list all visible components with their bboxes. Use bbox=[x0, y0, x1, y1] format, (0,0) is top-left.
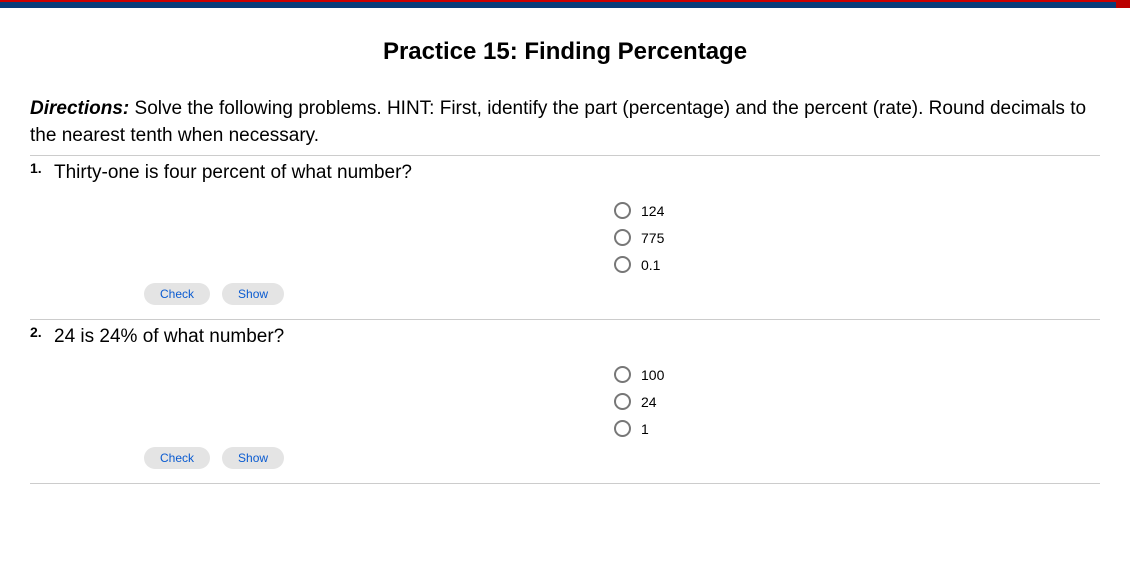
problem-body: Thirty-one is four percent of what numbe… bbox=[54, 162, 1100, 305]
problem-number: 1. bbox=[30, 160, 42, 176]
question-text: Thirty-one is four percent of what numbe… bbox=[54, 162, 1100, 184]
option[interactable]: 775 bbox=[614, 229, 1100, 246]
option-label: 100 bbox=[641, 367, 664, 383]
problem-body: 24 is 24% of what number? 100 24 1 bbox=[54, 326, 1100, 469]
radio-icon bbox=[614, 256, 631, 273]
directions-text: Solve the following problems. HINT: Firs… bbox=[30, 98, 1086, 146]
directions-label: Directions: bbox=[30, 98, 129, 119]
check-button[interactable]: Check bbox=[144, 283, 210, 305]
show-button[interactable]: Show bbox=[222, 283, 284, 305]
question-text: 24 is 24% of what number? bbox=[54, 326, 1100, 348]
page-title: Practice 15: Finding Percentage bbox=[30, 38, 1100, 66]
radio-icon bbox=[614, 420, 631, 437]
option-label: 124 bbox=[641, 203, 664, 219]
option-label: 0.1 bbox=[641, 257, 660, 273]
problem-number: 2. bbox=[30, 324, 42, 340]
option[interactable]: 100 bbox=[614, 366, 1100, 383]
option[interactable]: 24 bbox=[614, 393, 1100, 410]
radio-icon bbox=[614, 366, 631, 383]
problem: 1. Thirty-one is four percent of what nu… bbox=[30, 156, 1100, 320]
problem: 2. 24 is 24% of what number? 100 24 1 bbox=[30, 320, 1100, 484]
option[interactable]: 1 bbox=[614, 420, 1100, 437]
radio-icon bbox=[614, 202, 631, 219]
directions: Directions: Solve the following problems… bbox=[30, 96, 1100, 149]
topbar-accent bbox=[1116, 0, 1130, 8]
option-label: 1 bbox=[641, 421, 649, 437]
radio-icon bbox=[614, 393, 631, 410]
option[interactable]: 124 bbox=[614, 202, 1100, 219]
option-label: 24 bbox=[641, 394, 657, 410]
radio-icon bbox=[614, 229, 631, 246]
check-button[interactable]: Check bbox=[144, 447, 210, 469]
show-button[interactable]: Show bbox=[222, 447, 284, 469]
top-bar bbox=[0, 0, 1130, 8]
button-row: Check Show bbox=[144, 283, 1100, 305]
options: 100 24 1 bbox=[614, 366, 1100, 437]
page-content: Practice 15: Finding Percentage Directio… bbox=[0, 8, 1130, 494]
option[interactable]: 0.1 bbox=[614, 256, 1100, 273]
problem-list: 1. Thirty-one is four percent of what nu… bbox=[30, 155, 1100, 484]
button-row: Check Show bbox=[144, 447, 1100, 469]
options: 124 775 0.1 bbox=[614, 202, 1100, 273]
option-label: 775 bbox=[641, 230, 664, 246]
